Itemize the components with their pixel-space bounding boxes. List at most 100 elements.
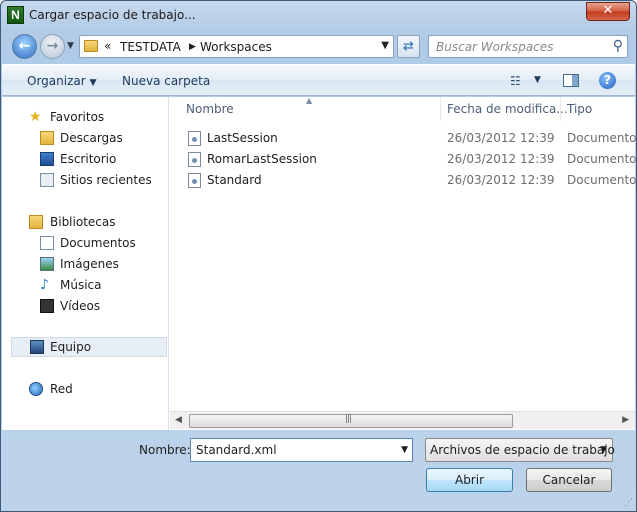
file-type-value: Archivos de espacio de trabajo [430, 443, 615, 457]
nav-item-label: Música [60, 278, 102, 292]
search-icon[interactable]: ⚲ [613, 38, 623, 54]
content-area: ★ Favoritos Descargas Escritorio Sitios … [2, 96, 637, 430]
file-list[interactable]: Nombre ▲ Fecha de modifica... Tipo LastS… [170, 96, 637, 430]
file-type: Documento [567, 131, 637, 145]
desktop-icon [40, 152, 54, 166]
help-icon[interactable]: ? [599, 72, 616, 89]
pictures-icon [40, 257, 54, 271]
nav-item-label: Sitios recientes [60, 173, 152, 187]
file-type-select[interactable]: Archivos de espacio de trabajo ▼ [425, 438, 615, 462]
breadcrumb-item[interactable]: TESTDATA [120, 40, 181, 54]
address-bar[interactable]: « TESTDATA ▶ Workspaces ▼ [79, 35, 394, 58]
nav-item-recent[interactable]: Sitios recientes [2, 170, 168, 190]
column-header-name[interactable]: Nombre ▲ [170, 96, 441, 121]
refresh-button[interactable]: ⇄ [397, 35, 420, 58]
music-icon: ♪ [40, 277, 49, 293]
nav-item-desktop[interactable]: Escritorio [2, 149, 168, 169]
file-name: LastSession [207, 131, 278, 145]
scroll-left-icon[interactable]: ◀ [175, 415, 182, 425]
open-button[interactable]: Abrir [426, 468, 513, 492]
forward-arrow-icon: → [46, 38, 59, 54]
breadcrumb-separator[interactable]: ▶ [189, 42, 196, 52]
computer-icon [30, 340, 44, 354]
column-header-label: Tipo [567, 102, 593, 116]
nav-item-libraries[interactable]: Bibliotecas [2, 212, 168, 232]
scroll-right-icon[interactable]: ▶ [622, 415, 629, 425]
scrollbar-thumb[interactable]: ||| [189, 414, 513, 428]
window-title: Cargar espacio de trabajo... [29, 8, 196, 22]
search-input[interactable]: Buscar Workspaces ⚲ [428, 35, 628, 58]
filename-value: Standard.xml [196, 443, 277, 457]
nav-item-label: Favoritos [50, 110, 105, 124]
app-icon: N [7, 6, 24, 24]
navigation-pane[interactable]: ★ Favoritos Descargas Escritorio Sitios … [2, 97, 169, 430]
file-row[interactable]: RomarLastSession 26/03/2012 12:39 Docume… [170, 149, 637, 170]
new-folder-button[interactable]: Nueva carpeta [122, 74, 210, 88]
nav-item-pictures[interactable]: Imágenes [2, 254, 168, 274]
downloads-folder-icon [40, 131, 54, 145]
command-toolbar: Organizar ▼ Nueva carpeta ☷ ▼ ? [2, 64, 635, 96]
column-header-type[interactable]: Tipo [561, 97, 635, 121]
column-header-modified[interactable]: Fecha de modifica... [441, 97, 568, 121]
filename-label: Nombre: [139, 443, 191, 457]
file-modified: 26/03/2012 12:39 [447, 173, 555, 187]
horizontal-scrollbar[interactable]: ◀ ||| ▶ [170, 411, 635, 429]
breadcrumb-overflow[interactable]: « [104, 39, 111, 53]
file-type: Documento [567, 152, 637, 166]
scrollbar-grip: ||| [345, 414, 352, 424]
nav-item-network[interactable]: Red [2, 379, 168, 399]
back-button[interactable]: ← [12, 34, 37, 59]
nav-item-label: Equipo [50, 340, 92, 354]
file-name: RomarLastSession [207, 152, 317, 166]
videos-icon [40, 299, 54, 313]
document-file-icon [188, 131, 201, 146]
nav-item-downloads[interactable]: Descargas [2, 128, 168, 148]
network-icon [29, 382, 43, 396]
sort-ascending-icon: ▲ [306, 96, 313, 105]
nav-item-label: Documentos [60, 236, 136, 250]
filename-field[interactable]: Standard.xml ▼ [190, 438, 413, 462]
file-row[interactable]: LastSession 26/03/2012 12:39 Documento [170, 128, 637, 149]
column-header-label: Nombre [186, 102, 234, 116]
resize-grip-icon[interactable]: ⋰ [624, 498, 633, 508]
documents-icon [40, 236, 54, 250]
address-row: ← → ▼ « TESTDATA ▶ Workspaces ▼ ⇄ Buscar… [1, 31, 636, 63]
file-row[interactable]: Standard 26/03/2012 12:39 Documento [170, 170, 637, 191]
chevron-down-icon: ▼ [600, 445, 607, 455]
address-dropdown[interactable]: ▼ [381, 40, 389, 51]
chevron-down-icon: ▼ [89, 78, 97, 88]
nav-item-favorites[interactable]: ★ Favoritos [2, 107, 168, 127]
nav-item-label: Vídeos [60, 299, 101, 313]
title-bar[interactable]: N Cargar espacio de trabajo... ✕ [1, 1, 636, 30]
nav-item-label: Bibliotecas [50, 215, 116, 229]
cancel-button[interactable]: Cancelar [526, 468, 612, 492]
organize-button[interactable]: Organizar ▼ [27, 74, 97, 88]
views-icon[interactable]: ☷ [510, 74, 521, 88]
views-dropdown[interactable]: ▼ [534, 75, 541, 85]
nav-item-label: Escritorio [60, 152, 117, 166]
refresh-icon: ⇄ [403, 39, 414, 54]
organize-label: Organizar [27, 74, 86, 88]
close-button[interactable]: ✕ [586, 2, 630, 21]
file-modified: 26/03/2012 12:39 [447, 152, 555, 166]
file-name: Standard [207, 173, 262, 187]
nav-item-videos[interactable]: Vídeos [2, 296, 168, 316]
document-file-icon [188, 152, 201, 167]
nav-item-label: Imágenes [60, 257, 119, 271]
chevron-down-icon[interactable]: ▼ [401, 445, 408, 455]
open-dialog-window: N Cargar espacio de trabajo... ✕ ← → ▼ «… [0, 0, 637, 512]
file-type: Documento [567, 173, 637, 187]
breadcrumb-item[interactable]: Workspaces [200, 40, 272, 54]
nav-item-documents[interactable]: Documentos [2, 233, 168, 253]
back-arrow-icon: ← [18, 38, 31, 54]
nav-item-computer[interactable]: Equipo [11, 337, 167, 357]
nav-item-music[interactable]: ♪ Música [2, 275, 168, 295]
recent-places-icon [40, 173, 54, 187]
forward-button[interactable]: → [40, 34, 65, 59]
file-modified: 26/03/2012 12:39 [447, 131, 555, 145]
column-header-label: Fecha de modifica... [447, 102, 568, 116]
recent-locations-dropdown[interactable]: ▼ [67, 41, 74, 51]
preview-pane-icon[interactable] [563, 74, 579, 87]
nav-item-label: Descargas [60, 131, 123, 145]
search-placeholder: Buscar Workspaces [436, 40, 554, 54]
